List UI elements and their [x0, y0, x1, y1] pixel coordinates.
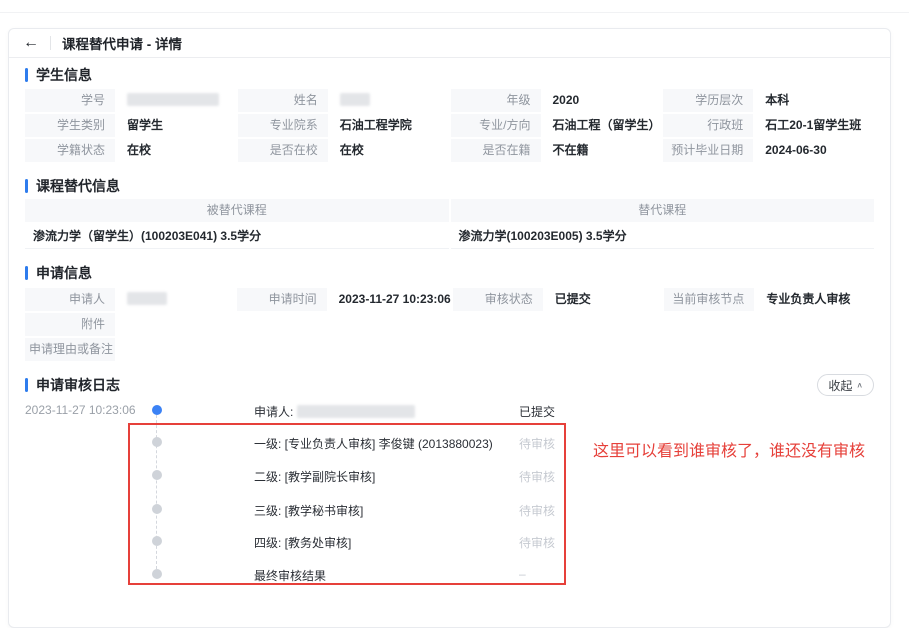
page-top-strip	[0, 0, 909, 13]
field-label: 附件	[25, 313, 115, 336]
field-label: 专业/方向	[451, 114, 541, 137]
masked-student-id	[127, 93, 219, 106]
field-label: 专业院系	[238, 114, 328, 137]
field-label: 申请理由或备注	[25, 338, 115, 361]
course-substitution-detail-page: { "window": { "back_icon": "←", "title":…	[0, 0, 909, 607]
back-arrow-icon[interactable]: ←	[23, 35, 39, 51]
masked-student-name	[340, 93, 370, 106]
detail-card: ← 课程替代申请 - 详情 学生信息 学号 姓名 年级 2020 学历层次 本科…	[8, 28, 891, 628]
field-value-empty	[117, 313, 874, 336]
timeline-dot-pending	[152, 536, 162, 546]
timeline-entry-status: 待审核	[519, 502, 555, 519]
timeline-dot-pending	[152, 470, 162, 480]
field-label: 当前审核节点	[664, 288, 754, 311]
field-value: 石工20-1留学生班	[755, 114, 874, 137]
course-substitution-table: 被替代课程 替代课程 渗流力学（留学生）(100203E041) 3.5学分 渗…	[25, 199, 874, 249]
field-value: 留学生	[117, 114, 236, 137]
field-label: 预计毕业日期	[663, 139, 753, 162]
timeline-entry-text: 最终审核结果	[254, 567, 326, 584]
timeline-entry-level2: 二级: [教学副院长审核] 待审核	[25, 467, 874, 483]
timeline-dot-pending	[152, 504, 162, 514]
section-accent-bar	[25, 378, 28, 392]
section-title: 课程替代信息	[36, 176, 120, 196]
timeline-dot-active	[152, 405, 162, 415]
section-student-info: 学生信息	[25, 66, 874, 84]
section-title: 学生信息	[36, 65, 92, 85]
section-review-log-header: 申请审核日志 收起 ∧	[25, 373, 874, 397]
review-timeline: 2023-11-27 10:23:06 申请人: 已提交 一级: [专业负责人审…	[25, 399, 874, 591]
timeline-entry-final-result: 最终审核结果 –	[25, 566, 874, 582]
field-value: 2024-06-30	[755, 139, 874, 162]
section-title: 申请审核日志	[36, 375, 120, 395]
field-label: 是否在校	[238, 139, 328, 162]
field-label: 学号	[25, 89, 115, 112]
masked-applicant-name	[127, 292, 167, 305]
field-label: 是否在籍	[451, 139, 541, 162]
header-divider	[50, 36, 51, 50]
field-label: 行政班	[663, 114, 753, 137]
timeline-timestamp: 2023-11-27 10:23:06	[25, 403, 134, 417]
column-header-substitute-course: 替代课程	[451, 199, 875, 222]
field-value: 本科	[755, 89, 874, 112]
masked-applicant-name	[297, 405, 415, 418]
section-application-info: 申请信息	[25, 264, 874, 282]
field-label: 学历层次	[663, 89, 753, 112]
field-value-empty	[117, 338, 874, 361]
table-cell-substitute-course: 渗流力学(100203E005) 3.5学分	[451, 224, 875, 249]
timeline-entry-level4: 四级: [教务处审核] 待审核	[25, 533, 874, 549]
field-label: 学籍状态	[25, 139, 115, 162]
timeline-dot-pending	[152, 437, 162, 447]
timeline-entry-status: 待审核	[519, 435, 555, 452]
field-value: 已提交	[545, 288, 663, 311]
timeline-entry-text: 二级: [教学副院长审核]	[254, 468, 375, 485]
section-review-log: 申请审核日志	[25, 376, 120, 394]
collapse-button[interactable]: 收起 ∧	[817, 374, 874, 396]
field-value-masked	[330, 89, 449, 112]
field-value: 2023-11-27 10:23:06	[329, 288, 451, 311]
timeline-entry-status: 待审核	[519, 534, 555, 551]
student-info-grid: 学号 姓名 年级 2020 学历层次 本科 学生类别 留学生 专业院系 石油工程…	[25, 89, 874, 162]
timeline-entry-status: –	[519, 567, 526, 581]
timeline-entry-text: 申请人:	[254, 403, 415, 420]
field-value: 2020	[543, 89, 662, 112]
field-value-masked	[117, 89, 236, 112]
page-title: 课程替代申请 - 详情	[62, 33, 182, 53]
timeline-entry-status: 待审核	[519, 468, 555, 485]
section-accent-bar	[25, 68, 28, 82]
section-course-substitution: 课程替代信息	[25, 177, 874, 195]
column-header-replaced-course: 被替代课程	[25, 199, 449, 222]
field-label: 申请人	[25, 288, 115, 311]
timeline-entry-text: 一级: [专业负责人审核] 李俊键 (2013880023)	[254, 435, 493, 452]
section-accent-bar	[25, 266, 28, 280]
field-value: 专业负责人审核	[756, 288, 874, 311]
chevron-up-icon: ∧	[856, 381, 863, 389]
timeline-dot-pending	[152, 569, 162, 579]
application-info-grid: 申请人 申请时间 2023-11-27 10:23:06 审核状态 已提交 当前…	[25, 288, 874, 361]
timeline-entry-level3: 三级: [教学秘书审核] 待审核	[25, 501, 874, 517]
table-cell-replaced-course: 渗流力学（留学生）(100203E041) 3.5学分	[25, 224, 449, 249]
collapse-button-label: 收起	[828, 377, 852, 394]
section-title: 申请信息	[36, 263, 92, 283]
field-label: 申请时间	[237, 288, 327, 311]
card-header: ← 课程替代申请 - 详情	[9, 29, 890, 58]
annotation-text: 这里可以看到谁审核了，谁还没有审核	[593, 437, 865, 461]
field-value: 在校	[117, 139, 236, 162]
field-value: 在校	[330, 139, 449, 162]
timeline-entry-submitted: 2023-11-27 10:23:06 申请人: 已提交	[25, 402, 874, 418]
field-value: 不在籍	[543, 139, 662, 162]
timeline-entry-text: 四级: [教务处审核]	[254, 534, 351, 551]
field-value: 石油工程（留学生）	[543, 114, 662, 137]
timeline-entry-text: 三级: [教学秘书审核]	[254, 502, 363, 519]
field-label: 审核状态	[453, 288, 543, 311]
field-value-masked	[117, 288, 235, 311]
field-label: 学生类别	[25, 114, 115, 137]
field-value: 石油工程学院	[330, 114, 449, 137]
section-accent-bar	[25, 179, 28, 193]
timeline-entry-status: 已提交	[519, 403, 555, 420]
field-label: 姓名	[238, 89, 328, 112]
field-label: 年级	[451, 89, 541, 112]
card-content: 学生信息 学号 姓名 年级 2020 学历层次 本科 学生类别 留学生 专业院系…	[9, 66, 890, 591]
